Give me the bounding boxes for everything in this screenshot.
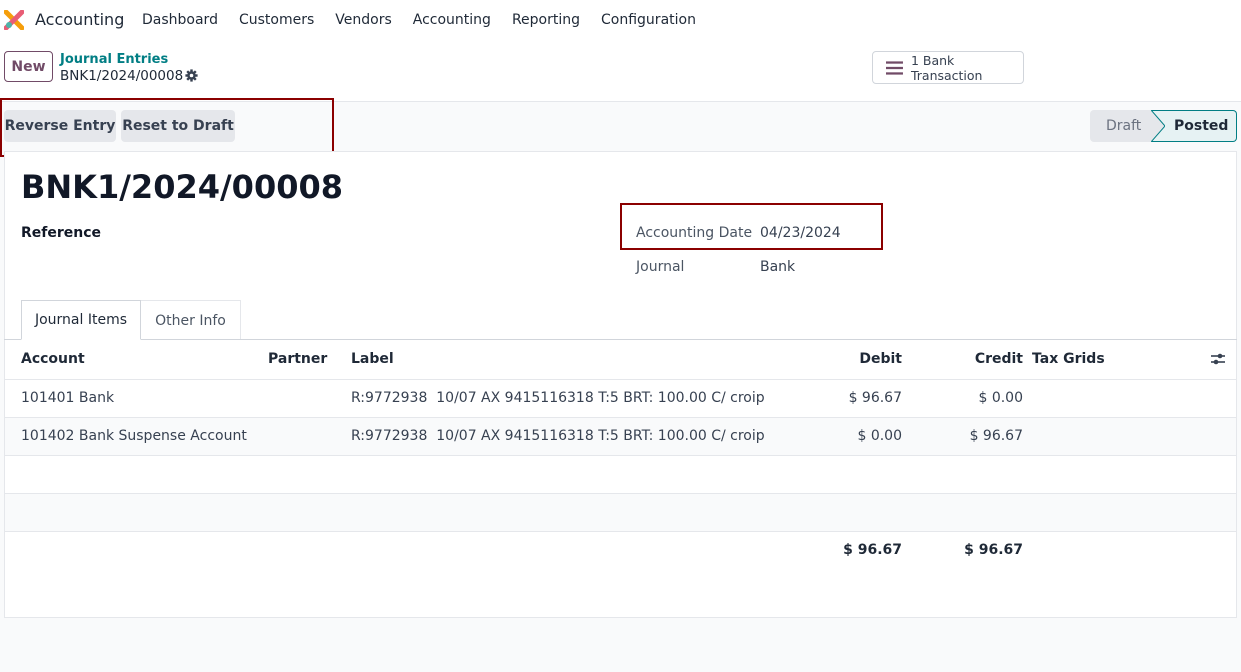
tab-journal-items[interactable]: Journal Items — [21, 300, 141, 340]
row1-label: R:9772938 10/07 AX 9415116318 T:5 BRT: 1… — [351, 390, 765, 406]
journal-value[interactable]: Bank — [760, 259, 795, 275]
menu-dashboard[interactable]: Dashboard — [142, 12, 218, 28]
menu-customers[interactable]: Customers — [239, 12, 314, 28]
main-menu: Dashboard Customers Vendors Accounting R… — [142, 12, 717, 28]
row2-credit: $ 96.67 — [969, 428, 1023, 444]
new-button[interactable]: New — [4, 51, 53, 82]
highlight-box-date — [620, 203, 883, 250]
column-tax-grids[interactable]: Tax Grids — [1032, 351, 1105, 367]
menu-configuration[interactable]: Configuration — [601, 12, 696, 28]
journal-label: Journal — [636, 259, 685, 275]
column-label[interactable]: Label — [351, 351, 394, 367]
gear-icon[interactable] — [185, 69, 198, 82]
empty-row — [5, 493, 1236, 532]
row2-label: R:9772938 10/07 AX 9415116318 T:5 BRT: 1… — [351, 428, 765, 444]
empty-row — [5, 455, 1236, 494]
row2-account: 101402 Bank Suspense Account — [21, 428, 247, 444]
breadcrumb-journal-entries[interactable]: Journal Entries — [60, 52, 168, 67]
tab-other-info[interactable]: Other Info — [140, 300, 241, 340]
row1-credit: $ 0.00 — [978, 390, 1023, 406]
page-title: BNK1/2024/00008 — [21, 168, 343, 206]
bank-transaction-button[interactable]: 1 Bank Transaction — [872, 51, 1024, 84]
total-credit: $ 96.67 — [964, 542, 1023, 558]
menu-reporting[interactable]: Reporting — [512, 12, 580, 28]
column-partner[interactable]: Partner — [268, 351, 327, 367]
optional-columns-icon[interactable] — [1210, 351, 1226, 367]
app-name[interactable]: Accounting — [35, 10, 124, 29]
hamburger-icon — [886, 60, 903, 75]
totals-divider — [5, 531, 1236, 532]
menu-vendors[interactable]: Vendors — [335, 12, 391, 28]
total-debit: $ 96.67 — [843, 542, 902, 558]
status-arrow-icon — [1151, 110, 1165, 142]
breadcrumb-current-record: BNK1/2024/00008 — [60, 68, 184, 84]
bank-transaction-label: 1 Bank Transaction — [910, 52, 983, 83]
top-navbar: Accounting Dashboard Customers Vendors A… — [0, 0, 1241, 40]
row1-account: 101401 Bank — [21, 390, 115, 406]
reference-label: Reference — [21, 225, 102, 241]
column-account[interactable]: Account — [21, 351, 85, 367]
highlight-box-actions — [0, 98, 334, 157]
tab-divider — [4, 339, 1237, 340]
column-debit[interactable]: Debit — [820, 351, 902, 367]
column-credit[interactable]: Credit — [940, 351, 1023, 367]
row2-debit: $ 0.00 — [857, 428, 902, 444]
app-logo-icon[interactable] — [4, 10, 24, 30]
control-panel: New Journal Entries BNK1/2024/00008 1 Ba… — [0, 40, 1241, 102]
menu-accounting[interactable]: Accounting — [413, 12, 491, 28]
row1-debit: $ 96.67 — [848, 390, 902, 406]
